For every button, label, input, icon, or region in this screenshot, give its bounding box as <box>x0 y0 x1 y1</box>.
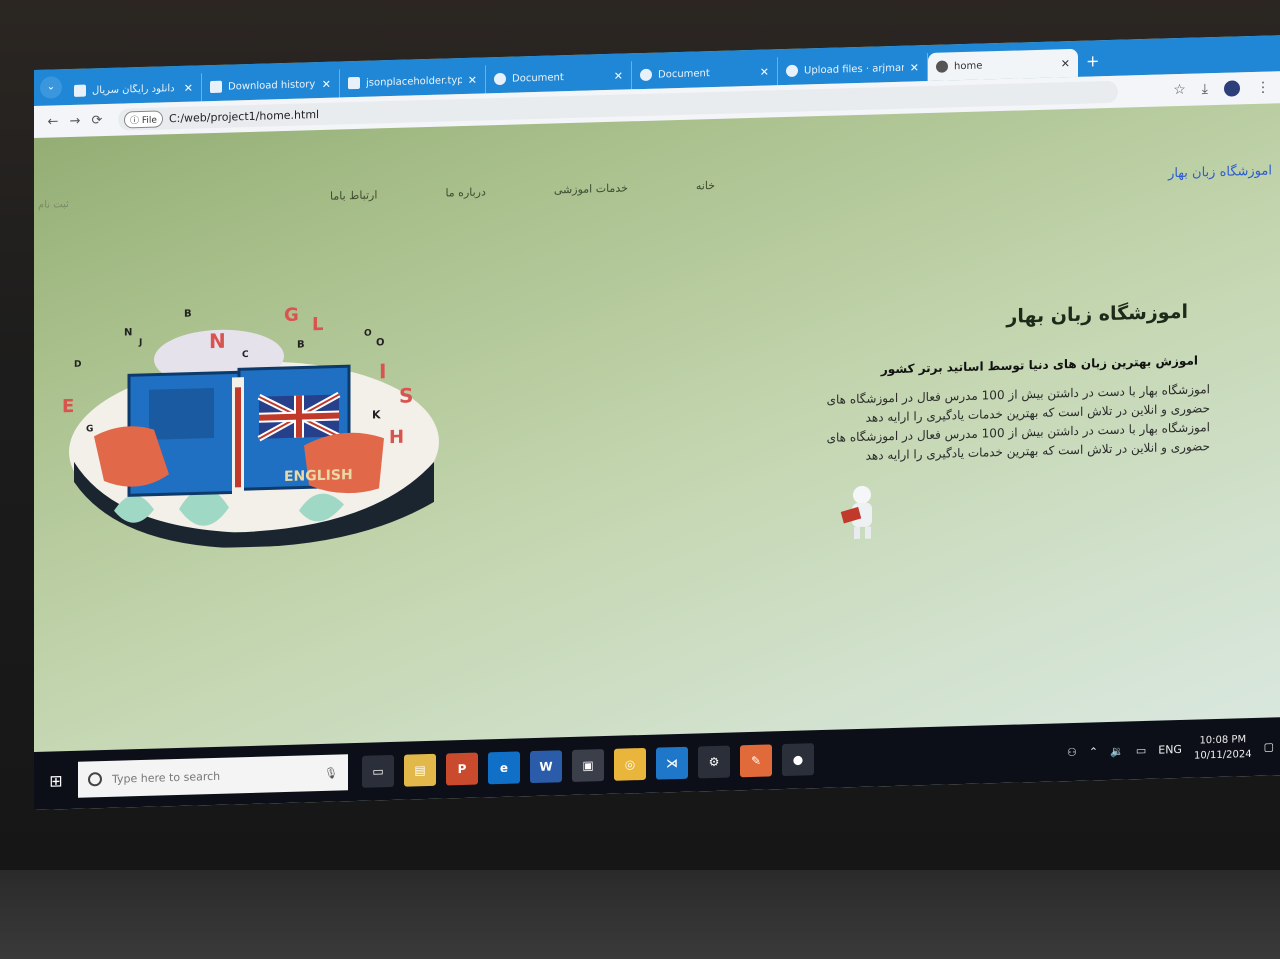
people-icon[interactable]: ⚇ <box>1067 745 1077 758</box>
github-icon <box>786 64 798 77</box>
volume-icon[interactable]: 🔉 <box>1110 744 1124 757</box>
globe-icon <box>640 68 652 82</box>
task-view-icon[interactable]: ▭ <box>362 754 394 788</box>
notifications-icon[interactable]: ▢ <box>1264 740 1274 753</box>
microphone-icon[interactable]: 🎙 <box>324 766 338 779</box>
settings-icon[interactable]: ⚙ <box>698 745 730 779</box>
tab-5[interactable]: Document ✕ <box>632 57 778 90</box>
tab-search-icon[interactable]: ⌄ <box>40 76 62 99</box>
search-placeholder: Type here to search <box>112 769 221 786</box>
webpage: اموزشگاه زبان بهار خانه خدمات اموزشی درب… <box>34 103 1280 752</box>
letter: N <box>124 327 132 338</box>
url-text: C:/web/project1/home.html <box>168 107 320 125</box>
new-tab-button[interactable]: + <box>1086 51 1099 70</box>
paint-icon[interactable]: ✎ <box>740 744 772 778</box>
robot-reading-figure <box>840 485 872 540</box>
globe-icon <box>494 72 506 86</box>
download-icon <box>210 80 222 94</box>
profile-avatar[interactable] <box>1224 80 1240 97</box>
reload-icon[interactable]: ⟳ <box>86 112 108 128</box>
network-icon[interactable]: ▭ <box>1136 743 1146 756</box>
book-label: ENGLISH <box>284 467 353 485</box>
taskbar-search[interactable]: Type here to search 🎙 <box>78 754 348 798</box>
close-icon[interactable]: ✕ <box>322 77 331 90</box>
tab-1[interactable]: دانلود رایگان سریال ... ✕ <box>66 73 202 106</box>
letter: J <box>138 338 142 348</box>
letter: O <box>364 329 372 339</box>
letter: N <box>209 329 226 353</box>
hero-subtitle: اموزش بهترین زبان های دنیا توسط اساتید ب… <box>880 353 1198 377</box>
letter: B <box>184 309 192 320</box>
nav-about[interactable]: درباره ما <box>445 185 485 199</box>
letter: C <box>242 350 249 360</box>
laptop-keyboard-edge <box>0 870 1280 959</box>
hero-title: اموزشگاه زبان بهار <box>1006 300 1188 328</box>
nav-home[interactable]: خانه <box>696 179 715 193</box>
close-icon[interactable]: ✕ <box>760 65 769 78</box>
close-icon[interactable]: ✕ <box>910 61 919 74</box>
site-brand[interactable]: اموزشگاه زبان بهار <box>1168 163 1272 181</box>
back-icon[interactable]: ← <box>42 114 64 130</box>
tab-title: Download history <box>228 78 316 93</box>
letter: G <box>86 424 93 434</box>
close-icon[interactable]: ✕ <box>1061 57 1070 70</box>
register-link[interactable]: ثبت نام <box>38 199 69 211</box>
downloads-icon[interactable]: ⤓ <box>1202 81 1208 97</box>
tab-title: Upload files · arjman <box>804 62 904 76</box>
letter: D <box>74 360 81 370</box>
close-icon[interactable]: ✕ <box>184 81 193 94</box>
bookmark-star-icon[interactable]: ☆ <box>1173 82 1186 98</box>
letter: L <box>312 314 323 335</box>
windows-start-icon[interactable]: ⊞ <box>34 770 78 790</box>
tab-4[interactable]: Document ✕ <box>486 61 632 94</box>
menu-kebab-icon[interactable]: ⋮ <box>1256 79 1270 95</box>
store-icon[interactable]: ▣ <box>572 749 604 782</box>
nav-services[interactable]: خدمات اموزشی <box>554 181 628 196</box>
tab-3[interactable]: jsonplaceholder.typic ✕ <box>340 65 486 98</box>
clock[interactable]: 10:08 PM 10/11/2024 <box>1194 732 1252 764</box>
tab-title: jsonplaceholder.typic <box>366 74 462 89</box>
time: 10:08 PM <box>1199 734 1247 747</box>
page-icon <box>74 84 86 97</box>
letter: S <box>399 383 413 407</box>
vscode-icon[interactable]: ⋊ <box>656 746 688 780</box>
date: 10/11/2024 <box>1193 748 1252 762</box>
chrome-icon[interactable]: ◎ <box>614 747 646 781</box>
letter: H <box>389 427 404 448</box>
forward-icon[interactable]: → <box>64 113 86 129</box>
word-icon[interactable]: W <box>530 750 562 784</box>
close-icon[interactable]: ✕ <box>468 73 477 86</box>
close-icon[interactable]: ✕ <box>614 69 623 82</box>
letter: K <box>372 408 381 421</box>
tab-2[interactable]: Download history ✕ <box>202 69 340 102</box>
language-indicator[interactable]: ENG <box>1158 742 1182 756</box>
page-icon <box>348 76 360 90</box>
powerpoint-icon[interactable]: P <box>446 752 478 786</box>
site-info-button[interactable]: ⓘ File <box>124 109 163 128</box>
hero-paragraph: اموزشگاه بهار با دست در داشتن بیش از 100… <box>760 380 1210 469</box>
site-nav: خانه خدمات اموزشی درباره ما ارتباط باما <box>330 179 715 203</box>
tab-title: Document <box>658 67 710 81</box>
file-explorer-icon[interactable]: ▤ <box>404 753 436 787</box>
tab-title: Document <box>512 71 564 85</box>
system-tray: ⚇ ⌃ 🔉 ▭ ENG 10:08 PM 10/11/2024 ▢ <box>1067 731 1280 767</box>
globe-icon <box>936 60 948 73</box>
letter: B <box>297 339 305 350</box>
tab-7-active[interactable]: home ✕ <box>928 48 1078 82</box>
letter: I <box>379 359 386 383</box>
english-book-illustration: ENGLISH N J B G L N C B O O D I S E K H … <box>62 305 439 548</box>
letter: E <box>62 396 74 417</box>
letter: G <box>284 305 299 326</box>
search-icon <box>88 772 102 787</box>
nav-contact[interactable]: ارتباط باما <box>330 188 377 202</box>
scheme-label: File <box>141 115 157 126</box>
letter: O <box>376 337 385 348</box>
app-icon[interactable]: ● <box>782 743 814 777</box>
laptop-screen: ⌄ دانلود رایگان سریال ... ✕ Download his… <box>34 35 1280 811</box>
tab-6[interactable]: Upload files · arjman ✕ <box>778 53 928 86</box>
tab-title: home <box>954 60 983 72</box>
tab-title: دانلود رایگان سریال ... <box>92 82 178 96</box>
edge-icon[interactable]: e <box>488 751 520 785</box>
show-hidden-icons-chevron-icon[interactable]: ⌃ <box>1089 745 1098 758</box>
